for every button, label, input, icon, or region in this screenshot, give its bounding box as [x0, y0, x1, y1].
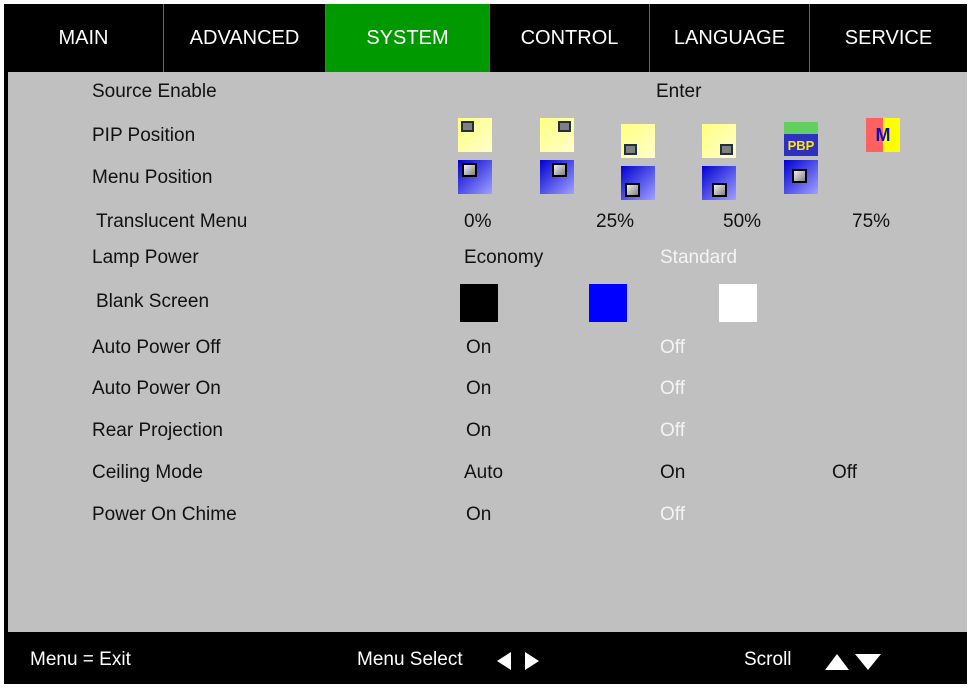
auto-power-off-on[interactable]: On — [466, 330, 491, 366]
ceiling-on[interactable]: On — [660, 455, 685, 491]
tab-bar: MAIN ADVANCED SYSTEM CONTROL LANGUAGE SE… — [4, 4, 967, 72]
pip-m-icon[interactable]: M — [866, 118, 900, 152]
tab-advanced[interactable]: ADVANCED — [164, 4, 326, 72]
up-down-arrows-icon — [825, 654, 881, 670]
rear-projection-on[interactable]: On — [466, 413, 491, 449]
left-right-arrows-icon — [497, 652, 539, 670]
osd-menu: MAIN ADVANCED SYSTEM CONTROL LANGUAGE SE… — [4, 4, 967, 684]
tab-control[interactable]: CONTROL — [490, 4, 650, 72]
rear-projection-label: Rear Projection — [92, 420, 223, 441]
row-lamp-power: Lamp Power Economy Standard — [8, 240, 967, 276]
auto-power-off-off[interactable]: Off — [660, 330, 685, 366]
lamp-economy[interactable]: Economy — [464, 240, 543, 276]
footer-bar: Menu = Exit Menu Select Scroll — [4, 632, 967, 684]
menu-top-left-icon[interactable] — [458, 160, 492, 194]
auto-power-off-label: Auto Power Off — [92, 337, 221, 358]
menu-bottom-right-icon[interactable] — [702, 166, 736, 200]
system-settings-panel: Source Enable Enter PIP Position PBP M M… — [8, 72, 967, 634]
translucent-0[interactable]: 0% — [464, 204, 491, 240]
menu-bottom-left-icon[interactable] — [621, 166, 655, 200]
tab-service[interactable]: SERVICE — [810, 4, 967, 72]
scroll-hint: Scroll — [744, 649, 792, 670]
ceiling-auto[interactable]: Auto — [464, 455, 503, 491]
menu-exit-hint: Menu = Exit — [30, 649, 131, 670]
row-rear-projection: Rear Projection On Off — [8, 413, 967, 449]
lamp-standard[interactable]: Standard — [660, 240, 737, 276]
translucent-25[interactable]: 25% — [596, 204, 634, 240]
translucent-50[interactable]: 50% — [723, 204, 761, 240]
translucent-75[interactable]: 75% — [852, 204, 890, 240]
pip-top-right-icon[interactable] — [540, 118, 574, 152]
menu-position-label: Menu Position — [92, 167, 213, 188]
row-source-enable: Source Enable Enter — [8, 74, 967, 110]
row-translucent-menu: Translucent Menu 0% 25% 50% 75% — [8, 204, 967, 240]
blank-blue-swatch[interactable] — [589, 284, 627, 322]
row-auto-power-on: Auto Power On On Off — [8, 371, 967, 407]
row-ceiling-mode: Ceiling Mode Auto On Off — [8, 455, 967, 491]
blank-screen-label: Blank Screen — [96, 291, 210, 312]
tab-system[interactable]: SYSTEM — [326, 4, 490, 72]
auto-power-on-on[interactable]: On — [466, 371, 491, 407]
pip-position-label: PIP Position — [92, 125, 196, 146]
tab-language[interactable]: LANGUAGE — [650, 4, 810, 72]
menu-center-icon[interactable] — [784, 160, 818, 194]
source-enable-label: Source Enable — [92, 81, 217, 102]
chime-on[interactable]: On — [466, 497, 491, 533]
menu-select-hint: Menu Select — [357, 649, 463, 670]
pbp-icon[interactable]: PBP — [784, 122, 818, 156]
lamp-power-label: Lamp Power — [92, 247, 199, 268]
blank-white-swatch[interactable] — [719, 284, 757, 322]
chime-off[interactable]: Off — [660, 497, 685, 533]
pip-bottom-left-icon[interactable] — [621, 124, 655, 158]
source-enable-enter[interactable]: Enter — [656, 74, 701, 110]
translucent-menu-label: Translucent Menu — [96, 211, 248, 232]
row-menu-position: Menu Position — [8, 160, 967, 200]
auto-power-on-label: Auto Power On — [92, 378, 221, 399]
auto-power-on-off[interactable]: Off — [660, 371, 685, 407]
row-auto-power-off: Auto Power Off On Off — [8, 330, 967, 366]
power-on-chime-label: Power On Chime — [92, 504, 237, 525]
pip-top-left-icon[interactable] — [458, 118, 492, 152]
blank-black-swatch[interactable] — [460, 284, 498, 322]
ceiling-off[interactable]: Off — [832, 455, 857, 491]
ceiling-mode-label: Ceiling Mode — [92, 462, 203, 483]
pip-bottom-right-icon[interactable] — [702, 124, 736, 158]
tab-main[interactable]: MAIN — [4, 4, 164, 72]
menu-top-right-icon[interactable] — [540, 160, 574, 194]
row-power-on-chime: Power On Chime On Off — [8, 497, 967, 533]
row-pip-position: PIP Position PBP M — [8, 118, 967, 158]
rear-projection-off[interactable]: Off — [660, 413, 685, 449]
row-blank-screen: Blank Screen — [8, 284, 967, 322]
